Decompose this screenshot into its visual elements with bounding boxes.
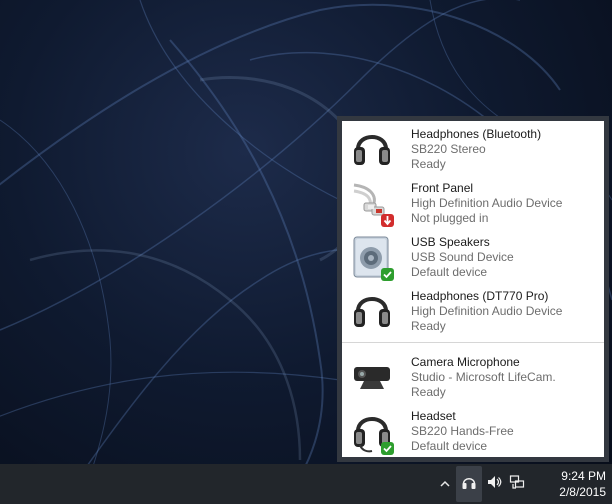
device-detail: High Definition Audio Device [411, 304, 563, 318]
clock-date: 2/8/2015 [559, 485, 606, 499]
chevron-up-icon [440, 475, 450, 493]
volume-tray-button[interactable] [484, 464, 504, 504]
headset-icon [350, 405, 394, 455]
taskbar: 9:24 PM 2/8/2015 [0, 464, 612, 504]
webcam-icon [350, 351, 394, 401]
headphones-icon [350, 285, 394, 335]
section-divider [342, 342, 604, 343]
device-item-usb-speakers[interactable]: USB Speakers USB Sound Device Default de… [342, 229, 604, 283]
device-detail: Studio - Microsoft LifeCam. [411, 370, 556, 384]
show-hidden-icons-button[interactable] [436, 464, 454, 504]
device-name: Headset [411, 409, 456, 423]
device-detail: SB220 Stereo [411, 142, 486, 156]
device-status: Default device [411, 265, 488, 279]
network-icon [509, 474, 525, 495]
default-checkmark-icon [381, 268, 394, 281]
device-item-camera-microphone[interactable]: Camera Microphone Studio - Microsoft Lif… [342, 349, 604, 403]
device-item-headphones-bluetooth[interactable]: Headphones (Bluetooth) SB220 Stereo Read… [342, 121, 604, 175]
audio-cable-icon [350, 177, 394, 227]
headphones-icon [350, 123, 394, 173]
audio-switcher-tray-button[interactable] [456, 466, 482, 502]
clock-time: 9:24 PM [561, 469, 606, 483]
unplugged-badge-icon [381, 214, 394, 227]
device-status: Ready [411, 385, 446, 399]
device-item-headphones-dt770[interactable]: Headphones (DT770 Pro) High Definition A… [342, 283, 604, 337]
device-name: USB Speakers [411, 235, 490, 249]
device-item-front-panel[interactable]: Front Panel High Definition Audio Device… [342, 175, 604, 229]
device-name: Headphones (Bluetooth) [411, 127, 542, 141]
clock-button[interactable]: 9:24 PM 2/8/2015 [546, 468, 606, 500]
volume-icon [486, 474, 502, 495]
default-checkmark-icon [381, 442, 394, 455]
headphones-icon [461, 474, 477, 495]
device-item-headset[interactable]: Headset SB220 Hands-Free Default device [342, 403, 604, 457]
device-status: Default device [411, 439, 488, 453]
network-tray-button[interactable] [507, 464, 527, 504]
device-name: Camera Microphone [411, 355, 520, 369]
device-detail: USB Sound Device [411, 250, 514, 264]
device-status: Ready [411, 157, 446, 171]
device-status: Ready [411, 319, 446, 333]
playback-devices-flyout: Headphones (Bluetooth) SB220 Stereo Read… [337, 116, 609, 462]
speaker-icon [350, 231, 394, 281]
device-status: Not plugged in [411, 211, 489, 225]
device-detail: High Definition Audio Device [411, 196, 563, 210]
device-list: Headphones (Bluetooth) SB220 Stereo Read… [342, 121, 604, 457]
device-name: Front Panel [411, 181, 474, 195]
device-detail: SB220 Hands-Free [411, 424, 514, 438]
device-name: Headphones (DT770 Pro) [411, 289, 549, 303]
